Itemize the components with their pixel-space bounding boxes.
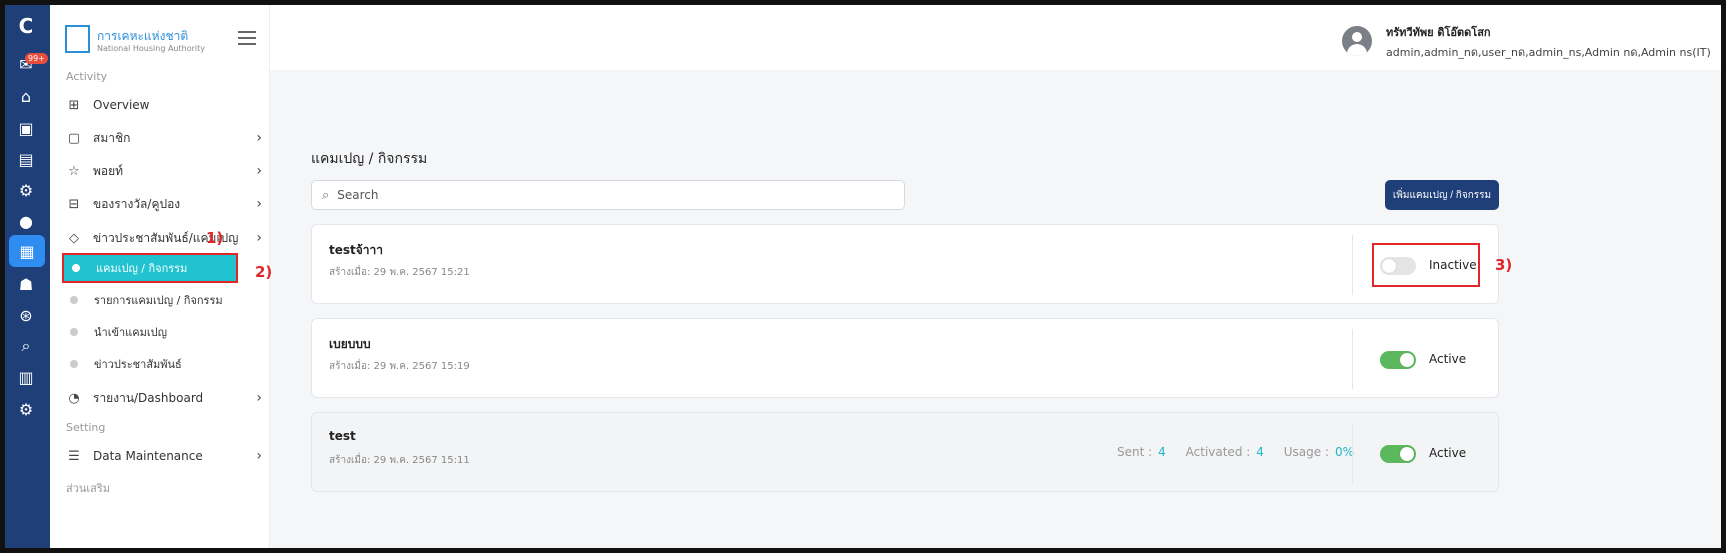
sidebar-item-label: พอยท์	[93, 163, 124, 178]
icon-rail: C ✉ 99+ ⌂ ▣ ▤ ⚙ ● ▦ ☗ ⊛ ⌕ ▥ ⚙	[5, 5, 50, 548]
sidebar-item-members[interactable]: ▢ สมาชิก ›	[60, 123, 266, 153]
divider	[1352, 423, 1353, 483]
sidebar-item-report-dashboard[interactable]: ◔ รายงาน/Dashboard ›	[60, 383, 266, 413]
status-toggle[interactable]	[1380, 445, 1416, 463]
gear-shield-icon[interactable]: ⚙	[13, 177, 39, 203]
sidebar-item-points[interactable]: ☆ พอยท์ ›	[60, 156, 266, 186]
sidebar-subitem-label: รายการแคมเปญ / กิจกรรม	[94, 294, 223, 307]
sidebar-item-news-campaign[interactable]: ◇ ข่าวประชาสัมพันธ์/แคมเปญ ›	[60, 223, 266, 253]
chevron-right-icon: ›	[256, 230, 262, 246]
sidebar-item-data-maintenance[interactable]: ☰ Data Maintenance ›	[60, 441, 266, 471]
campaign-card[interactable]: เบยบบบ สร้างเมื่อ: 29 พ.ค. 2567 15:19 Ac…	[311, 318, 1499, 398]
dashboard-icon[interactable]: ▦	[9, 235, 45, 267]
search-icon: ⌕	[322, 187, 330, 203]
sidebar: การเคหะแห่งชาติ National Housing Authori…	[50, 5, 270, 548]
divider	[1352, 235, 1353, 295]
search-box: ⌕	[311, 180, 905, 210]
user-roles: admin,admin_nด,user_nด,admin_ns,Admin nด…	[1386, 46, 1711, 59]
section-activity: Activity	[66, 70, 108, 83]
campaign-created: สร้างเมื่อ: 29 พ.ค. 2567 15:11	[329, 455, 470, 466]
sent-value: 4	[1158, 445, 1166, 459]
gift-icon: ⊟	[68, 196, 80, 212]
sidebar-subitem-label: นำเข้าแคมเปญ	[94, 326, 167, 339]
app-frame: C ✉ 99+ ⌂ ▣ ▤ ⚙ ● ▦ ☗ ⊛ ⌕ ▥ ⚙ การเคหะแห่…	[0, 0, 1726, 553]
campaign-card[interactable]: test สร้างเมื่อ: 29 พ.ค. 2567 15:11 Sent…	[311, 412, 1499, 492]
bullet-icon	[70, 296, 78, 304]
sidebar-item-label: ของรางวัล/คูปอง	[93, 196, 181, 211]
pie-chart-icon: ◔	[68, 390, 80, 406]
bar-chart-icon[interactable]: ▥	[13, 364, 39, 390]
section-extra: ส่วนเสริม	[66, 482, 111, 495]
document-icon[interactable]: ▤	[13, 146, 39, 172]
chevron-right-icon: ›	[256, 448, 262, 464]
add-campaign-button[interactable]: เพิ่มแคมเปญ / กิจกรรม	[1385, 180, 1499, 210]
user-icon[interactable]: ●	[13, 208, 39, 234]
status-label: Active	[1429, 446, 1467, 460]
notification-badge: 99+	[25, 53, 48, 64]
campaign-name: test	[329, 429, 356, 443]
chevron-right-icon: ›	[256, 196, 262, 212]
activated-value: 4	[1256, 445, 1264, 459]
sidebar-item-label: สมาชิก	[93, 130, 131, 145]
bullet-icon	[70, 360, 78, 368]
campaign-created: สร้างเมื่อ: 29 พ.ค. 2567 15:21	[329, 267, 470, 278]
campaign-name: testจ้าาา	[329, 243, 383, 257]
settings-circle-icon[interactable]: ⊛	[13, 302, 39, 328]
member-card-icon: ▢	[67, 130, 81, 146]
grid-icon: ⊞	[68, 97, 80, 113]
search-icon[interactable]: ⌕	[13, 333, 39, 359]
campaign-created: สร้างเมื่อ: 29 พ.ค. 2567 15:19	[329, 361, 470, 372]
cards-icon[interactable]: ▣	[13, 115, 39, 141]
page-title: แคมเปญ / กิจกรรม	[311, 151, 428, 167]
logo-title-en: National Housing Authority	[97, 44, 205, 53]
annotation-3: 3)	[1495, 256, 1513, 274]
sidebar-subitem-import-campaign[interactable]: นำเข้าแคมเปญ	[62, 317, 238, 347]
chevron-right-icon: ›	[256, 130, 262, 146]
activated-label: Activated :	[1185, 445, 1251, 459]
bullet-icon	[70, 328, 78, 336]
sidebar-subitem-label: แคมเปญ / กิจกรรม	[96, 262, 188, 275]
campaign-name: เบยบบบ	[329, 337, 371, 351]
sidebar-item-overview[interactable]: ⊞ Overview	[60, 90, 266, 120]
group-icon[interactable]: ☗	[13, 271, 39, 297]
sidebar-item-label: Overview	[93, 98, 150, 112]
campaign-card[interactable]: testจ้าาา สร้างเมื่อ: 29 พ.ค. 2567 15:21…	[311, 224, 1499, 304]
sidebar-item-rewards[interactable]: ⊟ ของรางวัล/คูปอง ›	[60, 189, 266, 219]
status-toggle[interactable]	[1380, 351, 1416, 369]
gears-icon[interactable]: ⚙	[13, 396, 39, 422]
status-label: Active	[1429, 352, 1467, 366]
sidebar-subitem-news[interactable]: ข่าวประชาสัมพันธ์	[62, 349, 238, 379]
chevron-right-icon: ›	[256, 390, 262, 406]
sidebar-subitem-campaign-list[interactable]: รายการแคมเปญ / กิจกรรม	[62, 285, 238, 315]
star-icon: ☆	[68, 163, 80, 179]
section-setting: Setting	[66, 421, 106, 434]
sidebar-subitem-campaign-activity[interactable]: แคมเปญ / กิจกรรม	[62, 253, 238, 283]
sent-label: Sent :	[1117, 445, 1153, 459]
annotation-2: 2)	[255, 263, 273, 281]
usage-label: Usage :	[1283, 445, 1330, 459]
sidebar-item-label: รายงาน/Dashboard	[93, 390, 204, 405]
search-input[interactable]	[337, 188, 878, 202]
sliders-icon: ☰	[68, 448, 80, 464]
hamburger-menu-icon[interactable]	[238, 31, 256, 49]
brand-logo-icon[interactable]: C	[13, 13, 39, 39]
campaign-stats: Sent :4 Activated :4 Usage :0%	[1117, 445, 1370, 459]
sidebar-subitem-label: ข่าวประชาสัมพันธ์	[94, 358, 182, 371]
cube-icon: ◇	[69, 230, 79, 246]
bullet-icon	[72, 264, 80, 272]
chevron-right-icon: ›	[256, 163, 262, 179]
annotation-1: 1)	[206, 229, 224, 247]
sidebar-item-label: Data Maintenance	[93, 449, 203, 463]
home-icon[interactable]: ⌂	[13, 83, 39, 109]
highlight-box	[1372, 243, 1480, 287]
user-name: ทรัทวีทัพย ดิโอ๊ตดโสก	[1386, 26, 1491, 39]
divider	[1352, 329, 1353, 389]
avatar[interactable]	[1342, 26, 1372, 56]
nha-logo-icon	[65, 25, 90, 53]
